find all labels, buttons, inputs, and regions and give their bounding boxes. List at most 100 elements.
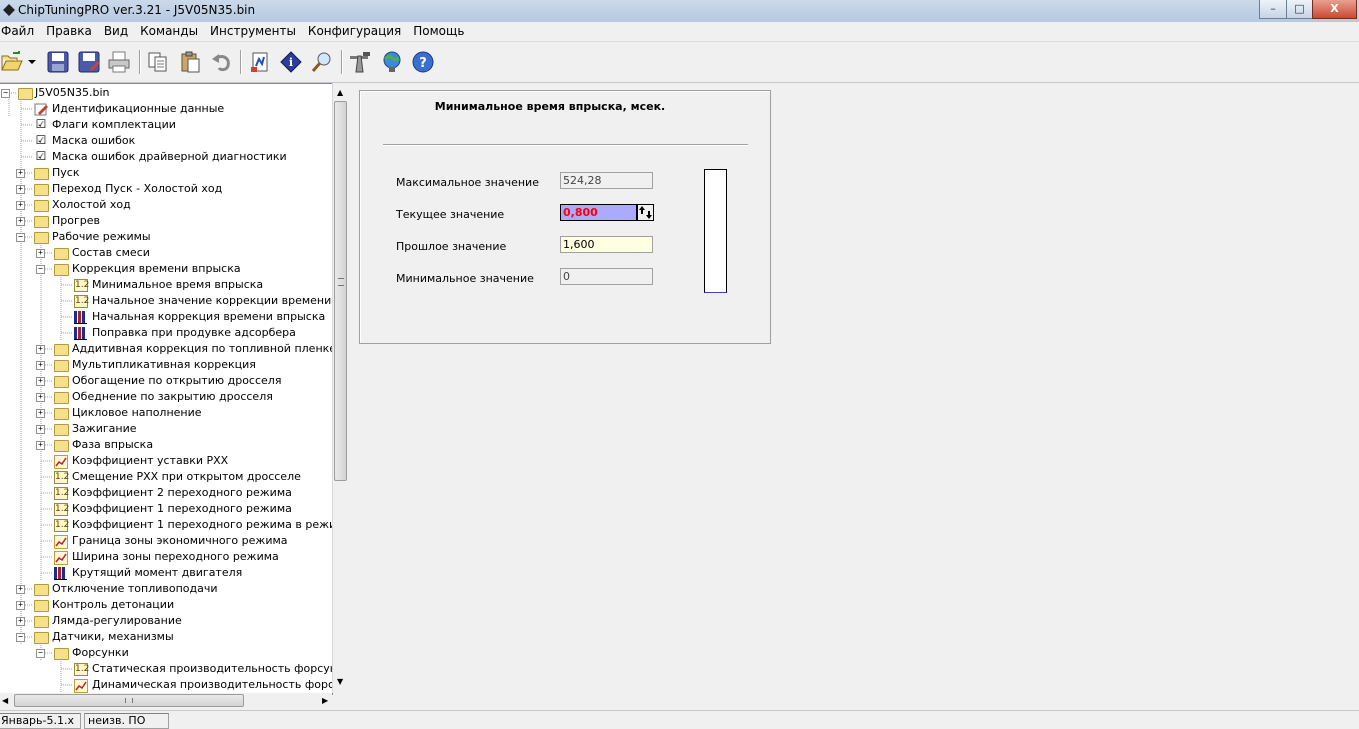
tree-item[interactable]: + Обеднение по закрытию дросселя — [0, 389, 332, 405]
tree-item[interactable]: − Датчики, механизмы — [0, 629, 332, 645]
undo-icon[interactable] — [209, 50, 233, 74]
maximize-button[interactable]: □ — [1286, 0, 1313, 19]
tree-item[interactable]: 1.2 Начальное значение коррекции времени … — [0, 293, 332, 309]
tree-item[interactable]: 1.2 Смещение РХХ при открытом дросселе — [0, 469, 332, 485]
menu-configuration[interactable]: Конфигурация — [302, 22, 407, 40]
tree-item[interactable]: Начальная коррекция времени впрыска — [0, 309, 332, 325]
horizontal-scroll-thumb[interactable] — [14, 694, 244, 707]
tree-item[interactable]: + Состав смеси — [0, 245, 332, 261]
print-icon[interactable] — [107, 50, 131, 74]
scroll-up-icon[interactable]: ▲ — [337, 88, 343, 97]
menu-file[interactable]: Файл — [0, 22, 40, 40]
scroll-down-icon[interactable]: ▼ — [337, 677, 343, 686]
expand-icon[interactable]: + — [16, 617, 25, 626]
scroll-thumb[interactable] — [334, 101, 347, 481]
tree-item[interactable]: + Контроль детонации — [0, 597, 332, 613]
collapse-icon[interactable]: − — [16, 233, 25, 242]
tree-vertical-scrollbar[interactable]: ▲ ▼ — [332, 83, 349, 693]
tree-item[interactable]: 1.2 Коэффициент 1 переходного режима — [0, 501, 332, 517]
expand-icon[interactable]: + — [16, 169, 25, 178]
connect-icon[interactable] — [380, 50, 404, 74]
tree-item[interactable]: − Коррекция времени впрыска — [0, 261, 332, 277]
save-as-icon[interactable] — [77, 50, 101, 74]
menu-tools[interactable]: Инструменты — [204, 22, 302, 40]
expand-icon[interactable]: + — [36, 441, 45, 450]
tree-item[interactable]: ☑ Флаги комплектации — [0, 117, 332, 133]
dropdown-arrow-icon[interactable] — [26, 50, 38, 74]
tree-item[interactable]: Идентификационные данные — [0, 101, 332, 117]
scroll-right-icon[interactable]: ▶ — [322, 696, 328, 705]
tree-item[interactable]: ☑ Маска ошибок драйверной диагностики — [0, 149, 332, 165]
tree-item[interactable]: + Переход Пуск - Холостой ход — [0, 181, 332, 197]
tree-item[interactable]: 1.2 Статическая производительность форсун… — [0, 661, 332, 677]
tree-item[interactable]: + Цикловое наполнение — [0, 405, 332, 421]
help-icon[interactable]: ? — [411, 50, 435, 74]
tree-item[interactable]: Коэффициент уставки РХХ — [0, 453, 332, 469]
value-stepper[interactable] — [637, 204, 654, 221]
expand-icon[interactable]: + — [36, 249, 45, 258]
tree-item[interactable]: Динамическая производительность форсунки — [0, 677, 332, 693]
tree-item[interactable]: + Аддитивная коррекция по топливной пленк… — [0, 341, 332, 357]
close-button[interactable]: X — [1312, 0, 1357, 19]
tree-view[interactable]: − J5V05N35.bin Идентификационные данные ☑… — [0, 83, 333, 695]
expand-icon[interactable]: + — [16, 217, 25, 226]
expand-icon[interactable]: + — [16, 185, 25, 194]
open-icon[interactable] — [0, 50, 24, 74]
tools-icon[interactable] — [348, 50, 372, 74]
paste-icon[interactable] — [178, 50, 202, 74]
tree-item[interactable]: ☑ Маска ошибок — [0, 133, 332, 149]
tree-item[interactable]: Граница зоны экономичного режима — [0, 533, 332, 549]
tree-item[interactable]: + Обогащение по открытию дросселя — [0, 373, 332, 389]
curve-table-icon — [54, 551, 68, 565]
compare-icon[interactable] — [248, 50, 272, 74]
menu-view[interactable]: Вид — [98, 22, 134, 40]
collapse-icon[interactable]: − — [36, 649, 45, 658]
tree-item[interactable]: + Фаза впрыска — [0, 437, 332, 453]
expand-icon[interactable]: + — [36, 409, 45, 418]
tree-item[interactable]: + Холостой ход — [0, 197, 332, 213]
menu-help[interactable]: Помощь — [407, 22, 470, 40]
tree-item[interactable]: + Лямда-регулирование — [0, 613, 332, 629]
collapse-icon[interactable]: − — [1, 89, 10, 98]
search-icon[interactable] — [310, 50, 334, 74]
tree-item[interactable]: 1.2 Минимальное время впрыска — [0, 277, 332, 293]
collapse-icon[interactable]: − — [36, 265, 45, 274]
expand-icon[interactable]: + — [36, 345, 45, 354]
tree-item[interactable]: 1.2 Коэффициент 1 переходного режима в ре… — [0, 517, 332, 533]
current-value-input[interactable]: 0,800 — [560, 204, 637, 221]
menu-commands[interactable]: Команды — [134, 22, 204, 40]
minimize-button[interactable]: – — [1259, 0, 1287, 19]
menu-edit[interactable]: Правка — [40, 22, 98, 40]
tree-item[interactable]: Поправка при продувке адсорбера — [0, 325, 332, 341]
tree-item-label: Отключение топливоподачи — [52, 582, 218, 595]
tree-item[interactable]: + Отключение топливоподачи — [0, 581, 332, 597]
tree-item[interactable]: − Форсунки — [0, 645, 332, 661]
folder-icon — [54, 424, 69, 436]
previous-value-label: Прошлое значение — [396, 240, 507, 253]
expand-icon[interactable]: + — [36, 377, 45, 386]
scalar-value-icon: 1.2 — [54, 503, 70, 516]
collapse-icon[interactable]: − — [16, 633, 25, 642]
copy-icon[interactable] — [146, 50, 170, 74]
expand-icon[interactable]: + — [36, 361, 45, 370]
expand-icon[interactable]: + — [16, 585, 25, 594]
info-icon[interactable]: i — [279, 50, 303, 74]
tree-root[interactable]: − J5V05N35.bin — [0, 85, 332, 101]
tree-item[interactable]: 1.2 Коэффициент 2 переходного режима — [0, 485, 332, 501]
tree-horizontal-scrollbar[interactable]: ◀ ▶ — [0, 693, 332, 709]
save-icon[interactable] — [46, 50, 70, 74]
tree-item[interactable]: + Пуск — [0, 165, 332, 181]
tree-item[interactable]: + Мультипликативная коррекция — [0, 357, 332, 373]
max-value-field: 524,28 — [560, 172, 653, 189]
value-gauge-bar — [704, 169, 727, 293]
tree-item[interactable]: + Прогрев — [0, 213, 332, 229]
tree-item[interactable]: Ширина зоны переходного режима — [0, 549, 332, 565]
expand-icon[interactable]: + — [36, 393, 45, 402]
expand-icon[interactable]: + — [16, 601, 25, 610]
tree-item[interactable]: Крутящий момент двигателя — [0, 565, 332, 581]
tree-item[interactable]: − Рабочие режимы — [0, 229, 332, 245]
expand-icon[interactable]: + — [36, 425, 45, 434]
tree-item[interactable]: + Зажигание — [0, 421, 332, 437]
expand-icon[interactable]: + — [16, 201, 25, 210]
scroll-left-icon[interactable]: ◀ — [2, 696, 8, 705]
